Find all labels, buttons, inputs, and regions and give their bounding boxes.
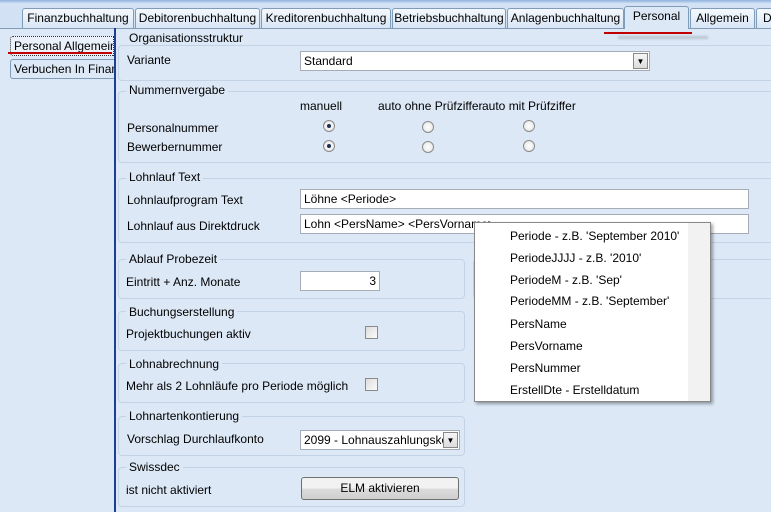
popup-item[interactable]: PeriodeM - z.B. 'Sep' xyxy=(510,273,622,287)
bewerbernummer-auto-ohne-radio[interactable] xyxy=(422,141,434,153)
popup-item[interactable]: PersVorname xyxy=(510,339,583,353)
group-title: Lohnartenkontierung xyxy=(126,409,243,423)
personalnummer-label: Personalnummer xyxy=(127,121,219,135)
probezeit-input[interactable]: 3 xyxy=(300,271,380,291)
tab-kreditorenbuchhaltung[interactable]: Kreditorenbuchhaltung xyxy=(261,8,391,28)
group-title: Buchungserstellung xyxy=(126,305,238,319)
active-tab-underline xyxy=(604,32,692,34)
personalnummer-auto-mit-radio[interactable] xyxy=(523,120,535,132)
elm-aktivieren-button[interactable]: ELM aktivieren xyxy=(301,477,459,500)
col-auto-ohne: auto ohne Prüfziffer xyxy=(378,99,483,113)
variante-select[interactable]: Standard ▼ xyxy=(300,51,650,71)
side-tab-verbuchen-in-finanz[interactable]: Verbuchen In Finanz xyxy=(10,59,114,79)
tab-anlagenbuchhaltung[interactable]: Anlagenbuchhaltung xyxy=(507,8,624,28)
group-title: Swissdec xyxy=(126,460,183,474)
tab-allgemein[interactable]: Allgemein xyxy=(690,8,755,28)
lohnlaufprogram-input[interactable]: Löhne <Periode> xyxy=(300,189,749,209)
variante-value: Standard xyxy=(304,54,353,68)
tab-betriebsbuchhaltung[interactable]: Betriebsbuchhaltung xyxy=(392,8,506,28)
tab-debitorenbuchhaltung[interactable]: Debitorenbuchhaltung xyxy=(135,8,260,28)
personalnummer-manuell-radio[interactable] xyxy=(323,120,335,132)
durchlaufkonto-value: 2099 - Lohnauszahlungskont xyxy=(304,433,459,447)
tab-d[interactable]: D xyxy=(756,8,771,28)
bewerbernummer-manuell-radio[interactable] xyxy=(323,140,335,152)
popup-item[interactable]: Periode - z.B. 'September 2010' xyxy=(510,229,679,243)
probezeit-label: Eintritt + Anz. Monate xyxy=(126,275,241,289)
group-title: Lohnlauf Text xyxy=(126,170,204,184)
side-tab-underline xyxy=(8,52,112,54)
lohnlaeufe-label: Mehr als 2 Lohnläufe pro Periode möglich xyxy=(126,379,349,393)
tab-personal[interactable]: Personal xyxy=(624,6,689,29)
popup-item[interactable]: ErstellDte - Erstelldatum xyxy=(510,383,639,397)
placeholder-popup-menu: Periode - z.B. 'September 2010' PeriodeJ… xyxy=(474,222,711,402)
popup-item[interactable]: PeriodeJJJJ - z.B. '2010' xyxy=(510,251,641,265)
group-title: Organisationsstruktur xyxy=(126,31,247,45)
content-left-border xyxy=(114,28,116,512)
projektbuchungen-label: Projektbuchungen aktiv xyxy=(126,327,251,341)
bewerbernummer-label: Bewerbernummer xyxy=(127,140,223,154)
group-title: Nummernvergabe xyxy=(126,83,229,97)
underline-shadow xyxy=(618,36,708,39)
chevron-down-icon[interactable]: ▼ xyxy=(633,53,648,69)
personalnummer-auto-ohne-radio[interactable] xyxy=(422,121,434,133)
bewerbernummer-auto-mit-radio[interactable] xyxy=(523,140,535,152)
lohnlaeufe-checkbox[interactable] xyxy=(365,378,378,391)
group-title: Lohnabrechnung xyxy=(126,357,223,371)
lohnlaufprogram-label: Lohnlaufprogram Text xyxy=(127,193,243,207)
group-title: Ablauf Probezeit xyxy=(126,252,221,266)
projektbuchungen-checkbox[interactable] xyxy=(365,326,378,339)
col-auto-mit: auto mit Prüfziffer xyxy=(482,99,576,113)
durchlaufkonto-select[interactable]: 2099 - Lohnauszahlungskont ▼ xyxy=(300,430,460,450)
durchlaufkonto-label: Vorschlag Durchlaufkonto xyxy=(127,432,264,446)
popup-item[interactable]: PersName xyxy=(510,317,567,331)
tab-finanzbuchhaltung[interactable]: Finanzbuchhaltung xyxy=(22,8,134,28)
variante-label: Variante xyxy=(127,53,171,67)
popup-item[interactable]: PersNummer xyxy=(510,361,581,375)
col-manuell: manuell xyxy=(300,99,343,113)
chevron-down-icon[interactable]: ▼ xyxy=(443,432,458,448)
direktdruck-label: Lohnlauf aus Direktdruck xyxy=(127,219,260,233)
popup-item[interactable]: PeriodeMM - z.B. 'September' xyxy=(510,294,669,308)
swissdec-status: ist nicht aktiviert xyxy=(126,483,212,497)
popup-stripe xyxy=(688,223,710,401)
